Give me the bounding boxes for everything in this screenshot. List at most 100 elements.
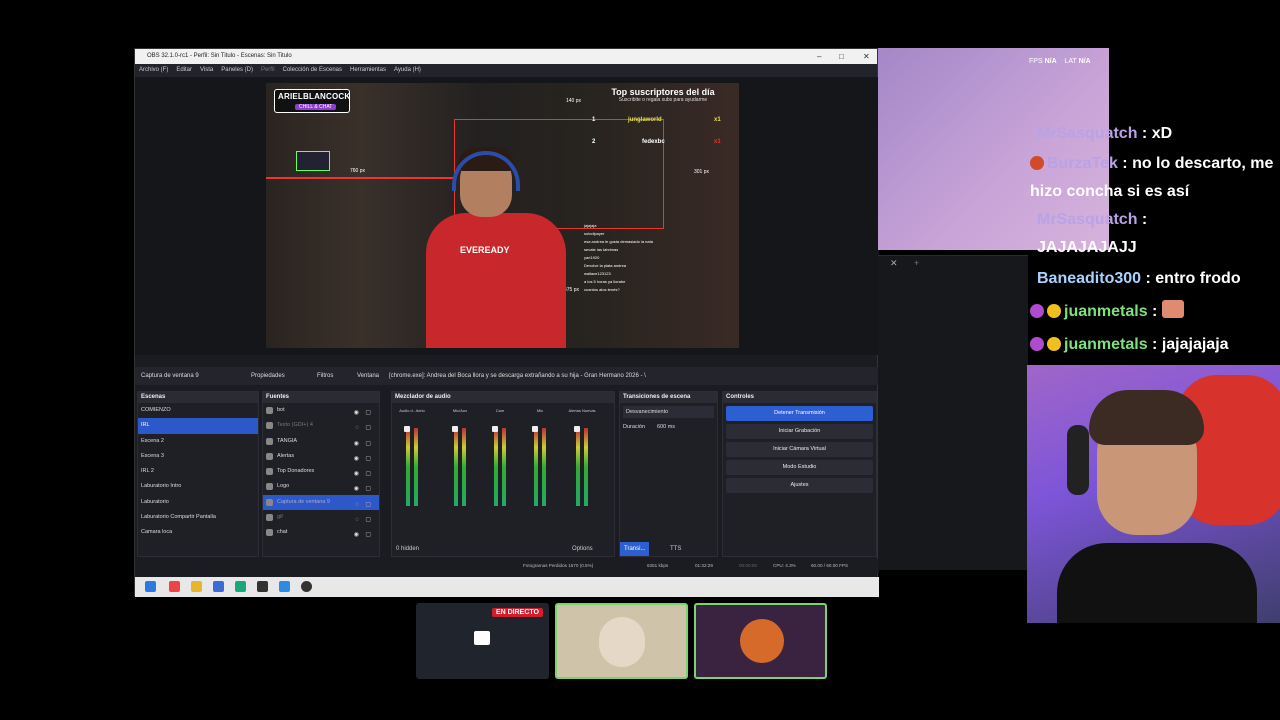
source-item[interactable]: chat ◉ ▢: [263, 525, 379, 540]
hidden-count: 0 hidden: [396, 546, 420, 552]
source-type-icon: [266, 529, 273, 537]
transition-select[interactable]: Desvanecimiento: [623, 406, 714, 418]
scene-thumbnail[interactable]: [555, 603, 688, 679]
menu-perfil[interactable]: Perfil: [260, 64, 276, 77]
chat-feed: MrSasquatch : xD BurzaTek : no lo descar…: [1030, 117, 1280, 361]
obs-icon[interactable]: [301, 581, 312, 592]
start-recording-button[interactable]: Iniciar Grabación: [726, 424, 873, 439]
scene-thumbnail[interactable]: EN DIRECTO: [416, 603, 549, 679]
windows-start-icon[interactable]: [145, 581, 156, 592]
studio-mode-button[interactable]: Modo Estudio: [726, 460, 873, 475]
mixer-channel[interactable]: Mic/Aux: [442, 408, 478, 518]
rec-time: 00:00:00: [739, 563, 757, 568]
preview-area: ARIELBLANCOCK CHILL & CHAT 140 px 760 px…: [135, 77, 879, 355]
measure-right: 301 px: [694, 169, 710, 175]
scene-item[interactable]: IRL: [138, 418, 258, 434]
source-item[interactable]: gif ◌ ▢: [263, 510, 379, 525]
filters-button[interactable]: Filtros: [317, 367, 333, 385]
scenes-title: Escenas: [138, 392, 258, 403]
stream-screen: OBS 32.1.0-rc1 - Perfil: Sin Titulo - Es…: [0, 0, 1280, 720]
mixer-channel[interactable]: Audio d...itorio: [394, 408, 430, 518]
scene-thumbnail[interactable]: [694, 603, 827, 679]
duration-label: Duración: [623, 424, 646, 430]
volume-knob: [532, 426, 538, 432]
scene-item[interactable]: Laburatorio Intro: [138, 479, 258, 494]
source-item[interactable]: Alertas ◉ ▢: [263, 449, 379, 464]
stream-preview[interactable]: ARIELBLANCOCK CHILL & CHAT 140 px 760 px…: [266, 83, 739, 348]
source-toolbar: Captura de ventana 9 Propiedades Filtros…: [135, 367, 879, 385]
scene-item[interactable]: Laburatorio: [138, 495, 258, 510]
source-type-icon: [266, 468, 273, 476]
source-type-icon: [266, 452, 273, 460]
scene-item[interactable]: Escena 2: [138, 434, 258, 449]
menu-herramientas[interactable]: Herramientas: [349, 64, 387, 77]
app-icon[interactable]: [235, 581, 246, 592]
dock-tabs-bottom: Transi... TTS: [620, 542, 717, 556]
scene-item[interactable]: Escena 3: [138, 449, 258, 464]
folder-icon[interactable]: [191, 581, 202, 592]
source-item[interactable]: Captura de ventana 9 ◌ ▢: [263, 494, 379, 511]
source-name: Captura de ventana 9: [141, 373, 199, 379]
tab-tts[interactable]: TTS: [670, 542, 681, 556]
shirt-text: EVEREADY: [460, 245, 510, 255]
chat-message: MrSasquatch : JAJAJAJAJJ: [1037, 211, 1148, 256]
sources-title: Fuentes: [263, 392, 379, 403]
terminal-icon[interactable]: [257, 581, 268, 592]
mixer-channel[interactable]: Alertas Nuevas: [564, 408, 600, 518]
live-badge: EN DIRECTO: [491, 608, 543, 617]
source-item[interactable]: Top Donadores ◉ ▢: [263, 464, 379, 479]
duration-row: Duración 600 ms: [623, 424, 714, 434]
menu-archivo[interactable]: Archivo (F): [138, 64, 169, 77]
source-item[interactable]: TANGIA ◉ ▢: [263, 434, 379, 449]
tab-transitions[interactable]: Transi...: [620, 542, 650, 556]
chrome-icon[interactable]: [169, 581, 180, 592]
volume-knob: [574, 426, 580, 432]
obs-menubar: Archivo (F) Editar Vista Paneles (D) Per…: [135, 64, 877, 77]
fps-label: FPS: [1029, 58, 1043, 65]
new-tab-icon[interactable]: +: [914, 258, 919, 268]
live-time: 01:32:29: [695, 563, 713, 568]
minimize-icon[interactable]: –: [817, 49, 821, 64]
scene-item[interactable]: COMIENZO: [138, 403, 258, 418]
rank-row: 2 fedexbc x1: [592, 139, 721, 145]
close-icon[interactable]: ✕: [863, 49, 870, 64]
menu-coleccion[interactable]: Colección de Escenas: [282, 64, 343, 77]
lock-icon: ▢: [365, 532, 371, 539]
scene-item[interactable]: Laburatorio Compartir Pantalla: [138, 510, 258, 525]
obs-titlebar: OBS 32.1.0-rc1 - Perfil: Sin Titulo - Es…: [135, 49, 877, 64]
transitions-dock: Transiciones de escena Desvanecimiento D…: [619, 391, 718, 557]
source-type-icon: [266, 514, 273, 522]
source-item[interactable]: Logo ◉ ▢: [263, 479, 379, 494]
measure-bottom: 475 px: [564, 287, 580, 293]
lat-label: LAT: [1064, 58, 1077, 65]
menu-editar[interactable]: Editar: [175, 64, 193, 77]
stop-stream-button[interactable]: Detener Transmisión: [726, 406, 873, 421]
app-icon[interactable]: [213, 581, 224, 592]
menu-vista[interactable]: Vista: [199, 64, 214, 77]
source-item[interactable]: Texto (GDI+) 4 ◌ ▢: [263, 418, 379, 433]
options-button[interactable]: Options: [572, 542, 593, 556]
close-tab-icon[interactable]: ✕: [890, 258, 898, 269]
scene-item[interactable]: Camara loca: [138, 525, 258, 540]
source-item[interactable]: bot ◉ ▢: [263, 403, 379, 418]
maximize-icon[interactable]: □: [839, 49, 844, 64]
menu-ayuda[interactable]: Ayuda (H): [393, 64, 422, 77]
lat-value: N/A: [1078, 58, 1091, 65]
settings-button[interactable]: Ajustes: [726, 478, 873, 493]
mixer-dock: Mezclador de audio Audio d...itorio Mic/…: [391, 391, 615, 557]
app-icon[interactable]: [279, 581, 290, 592]
stream-logo: ARIELBLANCOCK CHILL & CHAT: [274, 89, 350, 113]
webcam-feed: [1027, 365, 1280, 623]
properties-button[interactable]: Propiedades: [251, 367, 285, 385]
source-type-icon: [266, 407, 273, 414]
virtual-camera-button[interactable]: Iniciar Cámara Virtual: [726, 442, 873, 457]
menu-paneles[interactable]: Paneles (D): [220, 64, 254, 77]
duration-input[interactable]: 600 ms: [657, 424, 675, 430]
mixer-channel[interactable]: Mic: [522, 408, 558, 518]
window-label: Ventana: [357, 373, 380, 379]
cpu-usage: CPU: 4.3%: [773, 563, 796, 568]
scene-item[interactable]: IRL 2: [138, 464, 258, 479]
mixer-channel[interactable]: Cam: [482, 408, 518, 518]
window-select[interactable]: [chrome.exe]: Andrea del Boca llora y se…: [389, 367, 687, 385]
top-subs-title: Top suscriptores del día: [611, 87, 715, 97]
